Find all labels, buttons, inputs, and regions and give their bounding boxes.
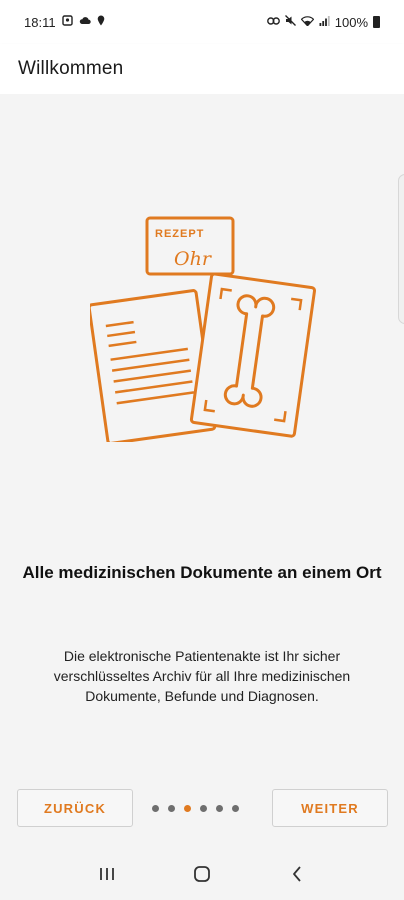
page-dot xyxy=(168,804,175,812)
battery-percent: 100% xyxy=(334,14,368,30)
battery-icon xyxy=(373,16,380,28)
next-button[interactable]: WEITER xyxy=(272,789,388,827)
status-left: 18:11 xyxy=(24,15,105,30)
medical-documents-illustration: REZEPT Ohr xyxy=(90,216,317,442)
link-icon xyxy=(266,16,280,28)
scroll-edge-indicator xyxy=(398,174,404,324)
signal-icon xyxy=(319,15,330,29)
wifi-icon xyxy=(300,15,315,29)
screen: 18:11 100% Willkommen REZEPT Ohr Alle me… xyxy=(0,0,404,900)
page-dot xyxy=(216,804,223,812)
back-button[interactable]: ZURÜCK xyxy=(17,789,133,827)
back-icon[interactable] xyxy=(277,859,317,889)
status-right: 100% xyxy=(266,14,380,30)
page-indicator xyxy=(152,801,256,815)
onboarding-headline: Alle medizinischen Dokumente an einem Or… xyxy=(22,563,382,582)
home-icon[interactable] xyxy=(182,859,222,889)
status-bar: 18:11 100% xyxy=(0,0,404,44)
signature-scribble: Ohr xyxy=(174,248,213,270)
location-pin-icon xyxy=(97,15,105,29)
page-dot-active xyxy=(184,804,191,812)
page-dot xyxy=(200,804,207,812)
onboarding-description: Die elektronische Patientenakte ist Ihr … xyxy=(53,648,351,704)
page-title: Willkommen xyxy=(18,58,124,79)
page-dot xyxy=(152,804,159,812)
status-time: 18:11 xyxy=(24,14,56,30)
onboarding-content[interactable]: REZEPT Ohr Alle medizinischen Dokumente … xyxy=(0,94,404,848)
page-dot xyxy=(232,804,239,812)
prescription-card-icon: REZEPT Ohr xyxy=(145,216,235,276)
app-bar: Willkommen xyxy=(0,44,404,94)
xray-bone-icon xyxy=(189,272,317,438)
system-nav-bar xyxy=(0,848,404,900)
prescription-label: REZEPT xyxy=(155,228,204,240)
gallery-icon xyxy=(61,15,73,29)
mute-icon xyxy=(284,15,296,29)
cloud-icon xyxy=(79,16,91,28)
recent-apps-icon[interactable] xyxy=(87,859,127,889)
